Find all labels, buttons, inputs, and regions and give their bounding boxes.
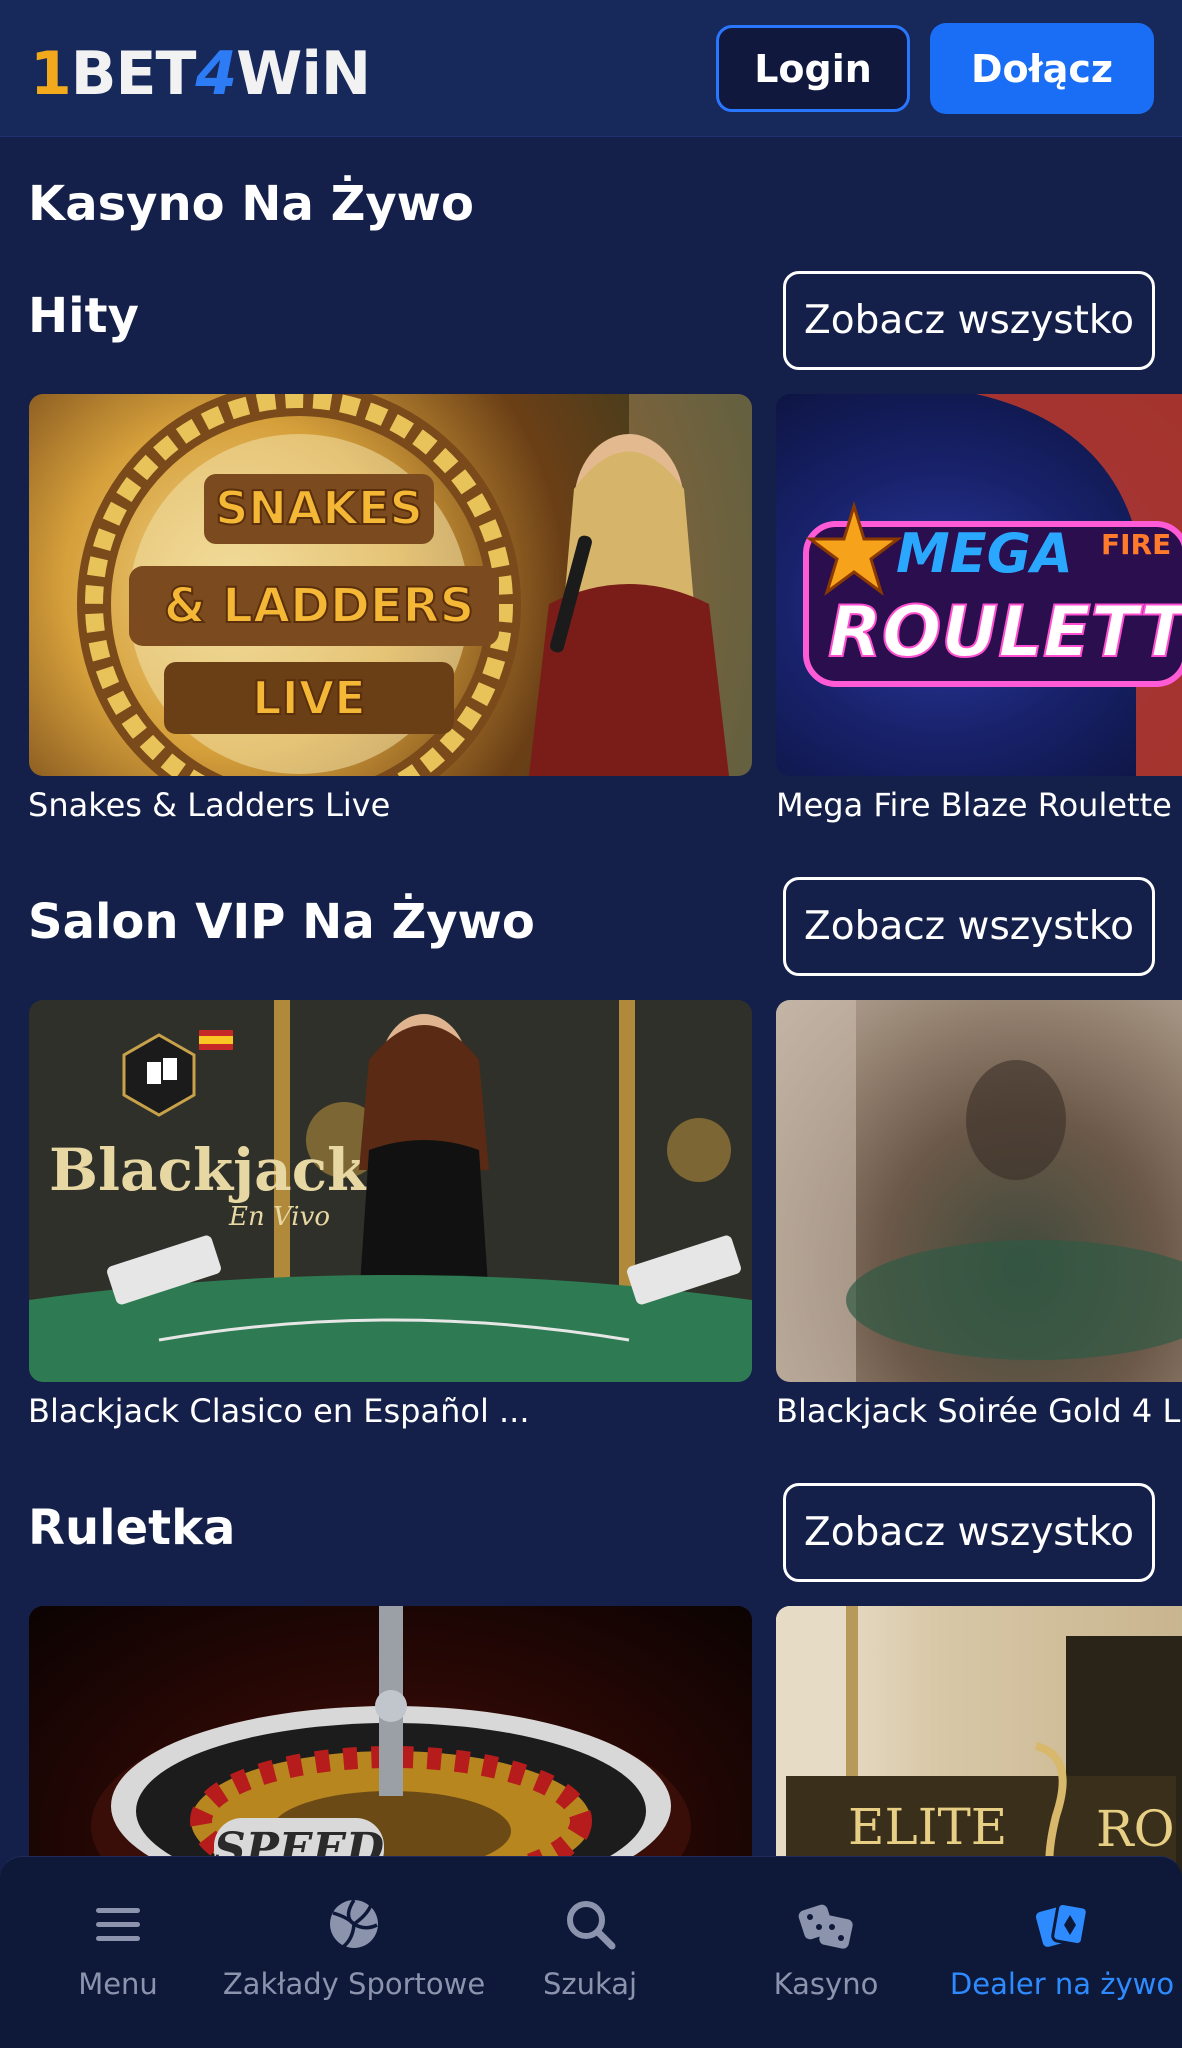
nav-item-sports[interactable]: Zakłady Sportowe — [223, 1857, 485, 2048]
logo-win: WiN — [236, 39, 371, 109]
page-title: Kasyno Na Żywo — [28, 176, 474, 232]
site-logo[interactable]: 1 BET 4 WiN — [30, 39, 371, 109]
game-card-blackjack-clasico[interactable]: Blackjack En Vivo — [29, 1000, 752, 1382]
art-text-snakes: SNAKES — [215, 481, 422, 535]
dice-icon — [798, 1904, 853, 1949]
logo-digit-4: 4 — [195, 39, 237, 109]
art-text-elite: ELITE — [848, 1798, 1007, 1856]
art-text-blackjack: Blackjack — [49, 1136, 369, 1204]
volleyball-icon — [330, 1899, 378, 1949]
game-name-blackjack-clasico[interactable]: Blackjack Clasico en Español ... — [28, 1392, 530, 1430]
mega-roulette-artwork: MEGA FIRE BLA ROULETT — [803, 394, 1182, 776]
game-name-mega-fire-blaze[interactable]: Mega Fire Blaze Roulette L — [776, 786, 1182, 824]
art-text-mega: MEGA — [896, 522, 1073, 585]
art-text-roulette: ROULETT — [828, 591, 1182, 673]
nav-label-sports: Zakłady Sportowe — [222, 1967, 486, 2001]
nav-item-search[interactable]: Szukaj — [472, 1857, 708, 2048]
game-card-blackjack-soiree[interactable] — [776, 1000, 1182, 1382]
join-button[interactable]: Dołącz — [930, 23, 1154, 114]
nav-label-menu: Menu — [78, 1967, 158, 2001]
nav-item-menu[interactable]: Menu — [0, 1857, 236, 2048]
logo-digit-1: 1 — [30, 39, 72, 109]
game-name-blackjack-soiree[interactable]: Blackjack Soirée Gold 4 Li — [776, 1392, 1182, 1430]
art-text-ro: RO — [1096, 1800, 1175, 1858]
section-title-hity: Hity — [28, 288, 139, 344]
snakes-ladders-artwork: SNAKES & LADDERS LIVE — [77, 394, 752, 776]
top-header: 1 BET 4 WiN Login Dołącz — [0, 0, 1182, 137]
nav-item-live-dealer[interactable]: Dealer na żywo — [944, 1857, 1180, 2048]
see-all-button-salon-vip[interactable]: Zobacz wszystko — [783, 877, 1155, 976]
art-text-ladders: & LADDERS — [164, 578, 474, 634]
see-all-button-hity[interactable]: Zobacz wszystko — [783, 271, 1155, 370]
art-text-live: LIVE — [252, 671, 365, 725]
section-title-salon-vip: Salon VIP Na Żywo — [28, 894, 535, 950]
bottom-navigation: Menu Zakłady Sportowe Szukaj Kasyno Deal… — [0, 1856, 1182, 2048]
game-card-snakes-ladders[interactable]: SNAKES & LADDERS LIVE — [29, 394, 752, 776]
nav-label-search: Szukaj — [542, 1967, 638, 2001]
art-text-fire: FIRE BLA — [1101, 528, 1182, 561]
menu-icon — [96, 1908, 140, 1941]
game-card-mega-fire-blaze[interactable]: MEGA FIRE BLA ROULETT — [776, 394, 1182, 776]
game-name-snakes-ladders[interactable]: Snakes & Ladders Live — [28, 786, 390, 824]
search-icon — [567, 1901, 616, 1950]
nav-label-live-dealer: Dealer na żywo — [949, 1967, 1175, 2001]
art-text-en-vivo: En Vivo — [228, 1202, 330, 1232]
page: 1 BET 4 WiN Login Dołącz Kasyno Na Żywo … — [0, 0, 1182, 2048]
nav-item-casino[interactable]: Kasyno — [708, 1857, 944, 2048]
blackjack-artwork: Blackjack En Vivo — [29, 1000, 752, 1382]
blackjack-soiree-artwork — [776, 1000, 1182, 1382]
login-button[interactable]: Login — [716, 25, 910, 112]
cards-icon — [1035, 1901, 1089, 1947]
nav-label-casino: Kasyno — [773, 1967, 879, 2001]
logo-bet: BET — [70, 39, 197, 109]
section-title-ruletka: Ruletka — [28, 1500, 236, 1556]
see-all-button-ruletka[interactable]: Zobacz wszystko — [783, 1483, 1155, 1582]
